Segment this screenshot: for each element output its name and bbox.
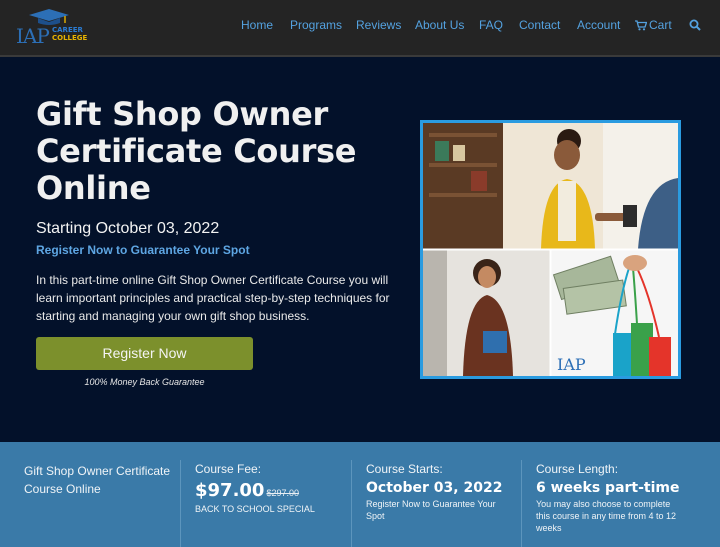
start-date-text: Starting October 03, 2022: [36, 220, 220, 237]
register-now-button[interactable]: Register Now: [36, 337, 253, 370]
top-nav: IAP CAREER COLLEGE Home Programs Reviews…: [0, 0, 720, 57]
nav-reviews[interactable]: Reviews: [356, 18, 401, 32]
nav-cart-label: Cart: [649, 18, 672, 32]
collage-illustration: IAP: [423, 123, 678, 376]
course-length-note: You may also choose to complete this cou…: [536, 499, 677, 533]
logo-line-college: COLLEGE: [52, 34, 88, 42]
money-back-guarantee: 100% Money Back Guarantee: [84, 377, 205, 387]
course-fee-label: Course Fee:: [195, 462, 262, 476]
course-starts-note: Register Now to Guarantee Your Spot: [366, 499, 496, 521]
search-icon[interactable]: [689, 19, 701, 31]
course-length-label: Course Length:: [536, 462, 619, 476]
nav-cart[interactable]: Cart: [635, 18, 672, 32]
info-course-fee: Course Fee: $97.00 $297.00 BACK TO SCHOOL…: [180, 460, 350, 547]
main-menu: Home Programs Reviews About Us FAQ Conta…: [0, 18, 720, 34]
info-course-length: Course Length: 6 weeks part-time You may…: [521, 460, 720, 547]
course-description: In this part-time online Gift Shop Owner…: [36, 273, 390, 323]
hero-section: Gift Shop Owner Certificate Course Onlin…: [0, 59, 720, 442]
page-title: Gift Shop Owner Certificate Course Onlin…: [36, 95, 357, 207]
nav-account[interactable]: Account: [577, 18, 620, 32]
nav-contact[interactable]: Contact: [519, 18, 560, 32]
nav-about-us[interactable]: About Us: [415, 18, 464, 32]
course-fee-old-price: $297.00: [266, 488, 300, 498]
register-tagline: Register Now to Guarantee Your Spot: [36, 243, 250, 257]
hero-collage-image: IAP: [420, 120, 681, 379]
info-course-name: Gift Shop Owner Certificate Course Onlin…: [24, 462, 174, 547]
course-length-value: 6 weeks part-time: [536, 480, 680, 496]
svg-text:IAP: IAP: [557, 355, 586, 374]
course-starts-label: Course Starts:: [366, 462, 443, 476]
nav-faq[interactable]: FAQ: [479, 18, 503, 32]
course-fee-note: BACK TO SCHOOL SPECIAL: [195, 504, 315, 514]
nav-home[interactable]: Home: [241, 18, 273, 32]
info-course-starts: Course Starts: October 03, 2022 Register…: [351, 460, 521, 547]
course-info-bar: Gift Shop Owner Certificate Course Onlin…: [0, 442, 720, 547]
course-fee-price: $97.00: [195, 480, 265, 501]
shopping-cart-icon: [635, 20, 647, 31]
course-fee-price-row: $97.00 $297.00: [195, 480, 350, 501]
course-starts-date: October 03, 2022: [366, 480, 503, 496]
course-name-text: Gift Shop Owner Certificate Course Onlin…: [24, 464, 171, 496]
nav-programs[interactable]: Programs: [290, 18, 342, 32]
